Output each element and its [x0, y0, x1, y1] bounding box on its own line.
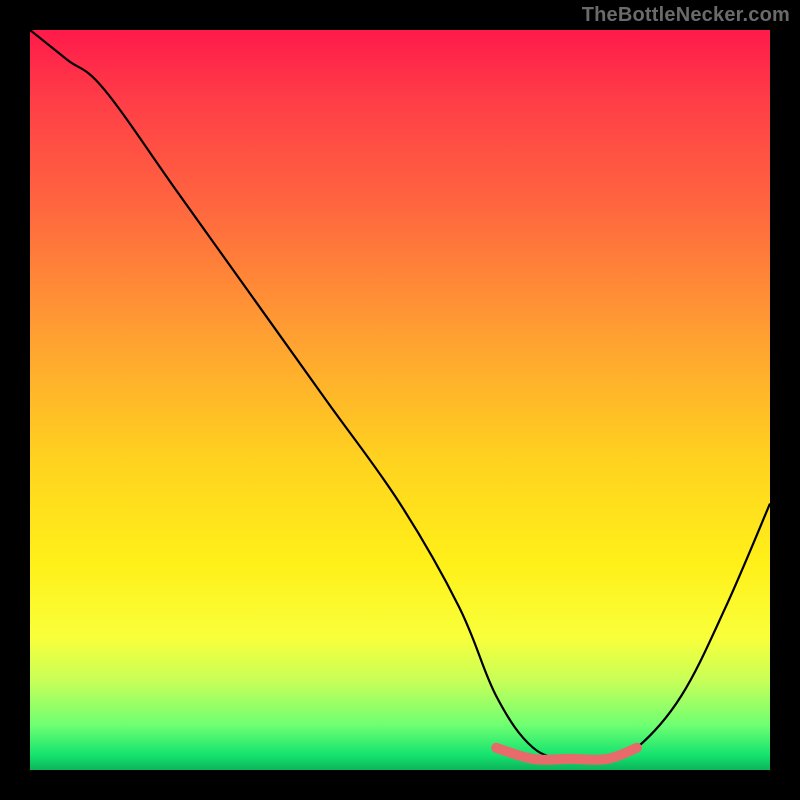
highlight-segment — [496, 748, 637, 760]
watermark-text: TheBottleNecker.com — [582, 4, 790, 27]
chart-plot-area — [30, 30, 770, 770]
chart-frame: TheBottleNecker.com — [0, 0, 800, 800]
main-curve — [30, 30, 770, 760]
curve-layer — [30, 30, 770, 770]
